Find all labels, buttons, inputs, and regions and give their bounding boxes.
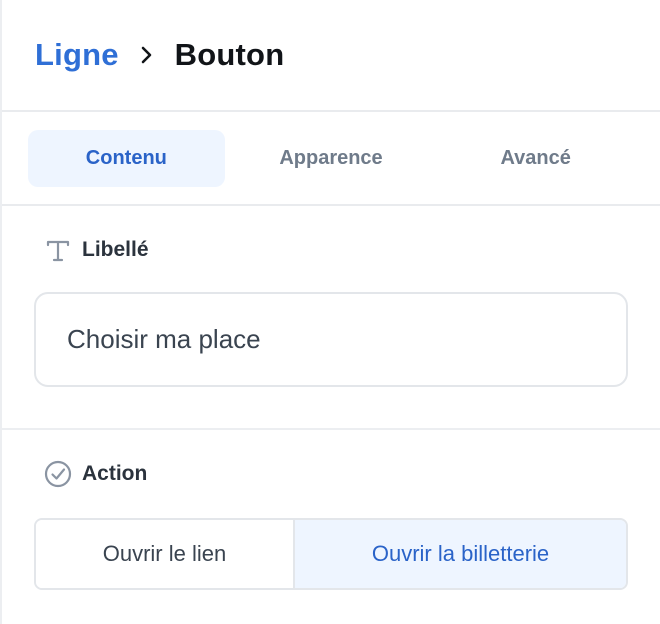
action-toggle: Ouvrir le lien Ouvrir la billetterie [34,518,628,590]
action-section: Action Ouvrir le lien Ouvrir la billette… [2,450,660,590]
tab-contenu[interactable]: Contenu [28,129,225,187]
action-section-text: Action [82,462,148,485]
option-open-link[interactable]: Ouvrir le lien [36,520,295,588]
label-section-text: Libellé [82,238,149,261]
label-input[interactable]: Choisir ma place [34,292,628,387]
button-settings-panel: Ligne Bouton Contenu Apparence Avancé Li… [0,0,660,624]
section-divider [2,428,660,430]
text-icon [44,236,72,264]
option-open-ticketing[interactable]: Ouvrir la billetterie [295,520,626,588]
tab-apparence[interactable]: Apparence [233,130,430,187]
tab-bar: Contenu Apparence Avancé [2,112,660,206]
chevron-right-icon [135,44,157,66]
check-circle-icon [44,460,72,488]
tab-avance[interactable]: Avancé [437,130,634,187]
panel-header: Ligne Bouton [2,0,660,112]
label-section-title: Libellé [34,226,628,274]
label-section: Libellé Choisir ma place [2,226,660,387]
breadcrumb-parent-link[interactable]: Ligne [35,37,119,73]
action-section-title: Action [34,450,628,498]
breadcrumb-current: Bouton [174,37,285,72]
